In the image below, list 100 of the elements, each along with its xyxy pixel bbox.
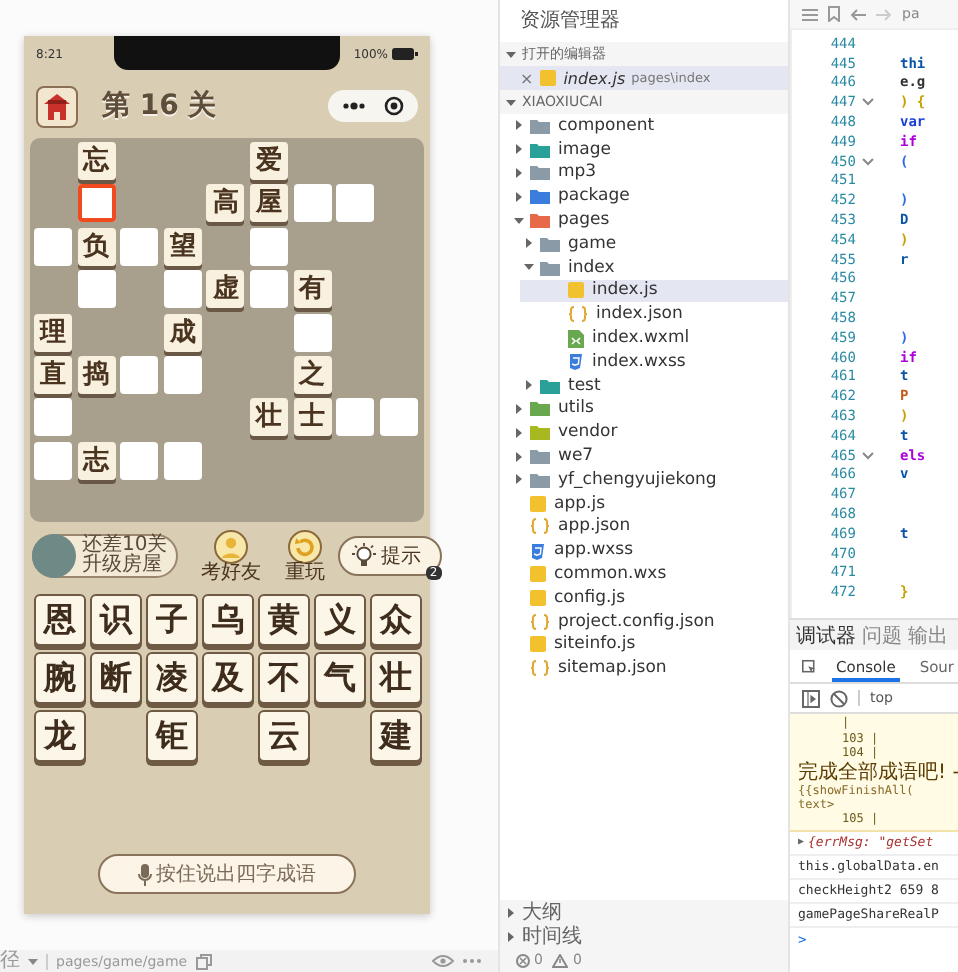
warning-icon[interactable] (552, 953, 569, 967)
answer-slot[interactable] (293, 313, 332, 352)
target-icon[interactable] (383, 96, 404, 116)
letter-tile[interactable]: 众 (370, 594, 422, 646)
letter-tile[interactable]: 壮 (370, 652, 422, 704)
answer-slot[interactable] (34, 227, 72, 266)
letter-tile[interactable]: 及 (202, 652, 254, 704)
caret-icon[interactable] (514, 451, 524, 462)
back-arrow-icon[interactable] (850, 7, 866, 21)
caret-icon[interactable] (506, 49, 516, 59)
caret-icon[interactable] (514, 403, 524, 414)
home-button[interactable] (36, 85, 78, 127)
file-tree-item[interactable]: index.wxml (520, 326, 788, 350)
more-icon[interactable] (342, 102, 367, 110)
file-tree-item[interactable]: index.js (520, 279, 788, 303)
file-tree-item[interactable]: config.js (500, 585, 788, 610)
answer-slot[interactable] (77, 270, 116, 309)
caret-icon[interactable] (524, 262, 534, 273)
caret-icon[interactable] (514, 474, 524, 485)
answer-slot[interactable] (336, 184, 375, 223)
answer-slot[interactable] (163, 270, 202, 309)
panel-tab[interactable]: 调试器 (796, 621, 856, 649)
file-tree-item[interactable]: app.js (500, 491, 788, 516)
error-icon[interactable] (516, 953, 530, 967)
file-tree-item[interactable]: game (510, 231, 788, 256)
caret-icon[interactable] (514, 167, 524, 178)
copy-icon[interactable] (195, 953, 212, 969)
caret-icon[interactable] (28, 957, 38, 965)
letter-tile[interactable]: 不 (258, 652, 310, 704)
letter-tile[interactable]: 钜 (146, 710, 198, 762)
letter-tile[interactable]: 云 (258, 710, 310, 762)
file-tree-item[interactable]: mp3 (500, 161, 788, 185)
caret-icon[interactable] (506, 97, 516, 107)
answer-slot[interactable] (34, 441, 72, 480)
answer-slot[interactable] (249, 270, 288, 309)
letter-tile[interactable]: 恩 (34, 594, 86, 646)
chevron-icon[interactable] (862, 157, 874, 166)
file-tree-item[interactable]: vendor (500, 420, 788, 445)
file-tree-item[interactable]: component (500, 114, 788, 138)
answer-slot[interactable] (120, 441, 159, 480)
answer-slot[interactable] (249, 227, 288, 266)
file-tree-item[interactable]: pages (500, 208, 788, 232)
answer-slot[interactable] (379, 398, 418, 437)
close-button[interactable]: × (520, 69, 534, 87)
caret-icon[interactable] (514, 144, 524, 155)
file-tree-item[interactable]: yf_chengyujiekong (500, 467, 788, 492)
section-header[interactable]: 时间线 (500, 924, 788, 948)
letter-tile[interactable]: 龙 (34, 710, 86, 762)
file-tree-item[interactable]: package (500, 184, 788, 209)
letter-tile[interactable]: 气 (314, 652, 366, 704)
caret-icon[interactable] (524, 238, 534, 249)
answer-slot[interactable] (120, 355, 159, 394)
answer-slot[interactable] (77, 184, 116, 223)
eye-icon[interactable] (432, 954, 454, 968)
answer-slot[interactable] (336, 398, 375, 437)
file-tree-item[interactable]: image (500, 137, 788, 162)
caret-icon[interactable] (514, 215, 524, 226)
caret-icon[interactable] (506, 931, 516, 941)
file-tree-item[interactable]: index.json (520, 302, 788, 327)
caret-icon[interactable] (524, 380, 534, 391)
section-header[interactable]: 大纲 (500, 900, 788, 924)
caret-icon[interactable] (514, 427, 524, 438)
answer-slot[interactable] (120, 227, 159, 266)
letter-tile[interactable]: 子 (146, 594, 198, 646)
file-tree-item[interactable]: test (510, 373, 788, 398)
caret-icon[interactable] (514, 120, 524, 131)
file-tree-item[interactable]: utils (500, 397, 788, 421)
caret-icon[interactable] (514, 191, 524, 202)
inspect-icon[interactable] (802, 657, 817, 675)
file-tree-item[interactable]: siteinfo.js (500, 633, 788, 657)
file-tree-item[interactable]: common.wxs (500, 562, 788, 586)
letter-tile[interactable]: 腕 (34, 652, 86, 704)
file-tree-item[interactable]: app.wxss (500, 538, 788, 563)
chevron-icon[interactable] (862, 451, 874, 460)
file-tree-item[interactable]: sitemap.json (500, 656, 788, 681)
list-icon[interactable] (802, 7, 818, 21)
chevron-icon[interactable] (862, 98, 874, 107)
file-tree-item[interactable]: index.wxss (520, 349, 788, 374)
file-tree-item[interactable]: project.config.json (500, 609, 788, 634)
voice-input-button[interactable]: 按住说出四字成语 (98, 854, 356, 894)
bookmark-icon[interactable] (828, 6, 840, 22)
replay-button[interactable]: 重玩 (285, 529, 326, 583)
letter-tile[interactable]: 建 (370, 710, 422, 762)
letter-tile[interactable]: 义 (314, 594, 366, 646)
letter-tile[interactable]: 凌 (146, 652, 198, 704)
letter-tile[interactable]: 乌 (202, 594, 254, 646)
answer-slot[interactable] (163, 441, 202, 480)
file-tree-item[interactable]: we7 (500, 444, 788, 468)
file-tree-item[interactable]: index (510, 255, 788, 280)
answer-slot[interactable] (163, 355, 202, 394)
file-tree-item[interactable]: app.json (500, 515, 788, 539)
block-icon[interactable] (830, 689, 848, 707)
invite-friend-button[interactable]: 考好友 (201, 529, 262, 583)
answer-slot[interactable] (293, 184, 332, 223)
answer-slot[interactable] (34, 398, 72, 437)
letter-tile[interactable]: 识 (90, 594, 142, 646)
letter-tile[interactable]: 黄 (258, 594, 310, 646)
caret-icon[interactable] (506, 907, 516, 917)
letter-tile[interactable]: 断 (90, 652, 142, 704)
sidebar-icon[interactable] (802, 689, 820, 707)
